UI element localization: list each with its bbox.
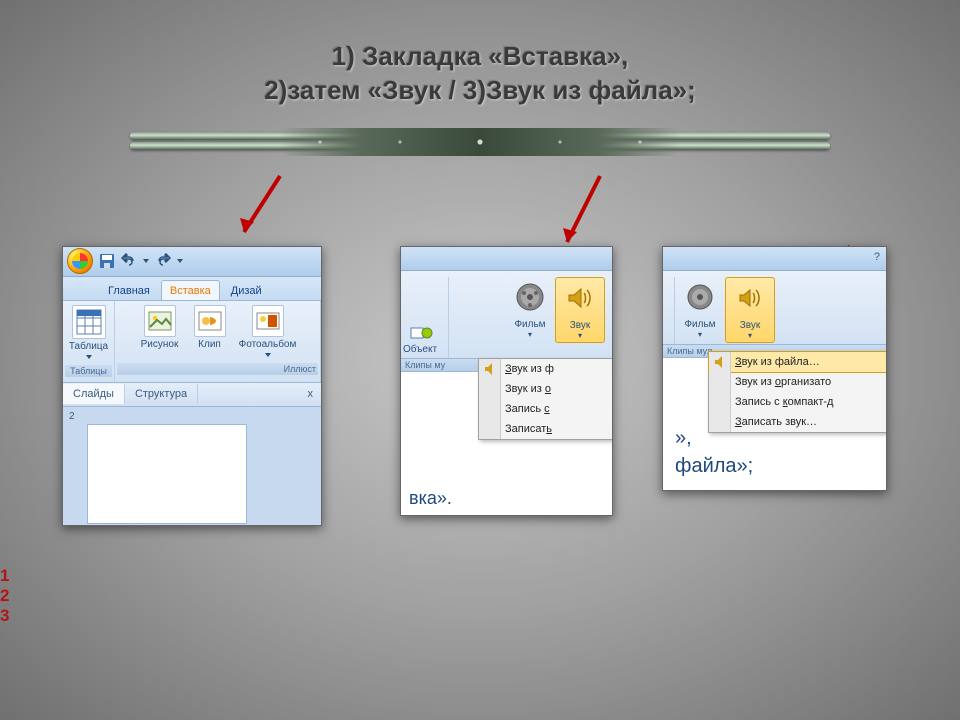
menu-record-from-cd[interactable]: Запись с <box>479 399 613 419</box>
title-line-2: 2)затем «Звук / 3)Звук из файла»; <box>0 74 960 108</box>
tab-home[interactable]: Главная <box>99 280 159 300</box>
ribbon-tabs: Главная Вставка Дизай <box>63 277 321 301</box>
photo-album-button[interactable]: Фотоальбом <box>236 305 300 361</box>
slide-title: 1) Закладка «Вставка», 2)затем «Звук / 3… <box>0 0 960 108</box>
clip-icon <box>194 305 226 337</box>
redo-icon[interactable] <box>155 253 171 269</box>
sound-icon <box>562 280 598 316</box>
menu-sound-from-organizer[interactable]: Звук из о <box>479 379 613 399</box>
movie-icon <box>682 279 718 315</box>
save-icon[interactable] <box>99 253 115 269</box>
type-question-field[interactable]: ? <box>874 251 880 263</box>
tab-insert[interactable]: Вставка <box>161 280 220 300</box>
screenshot-panel-3: ? Фильм▾ Звук▾ Клипы мул Звук из файла… … <box>662 246 887 491</box>
sound-button[interactable]: Звук▾ <box>555 277 605 343</box>
quick-access-toolbar <box>63 247 321 277</box>
menu-record-sound[interactable]: Записать <box>479 419 613 439</box>
step-number-1: 1 <box>0 566 960 586</box>
object-icon <box>403 327 437 341</box>
menu-sound-from-file[interactable]: ЗЗвук из фвук из ф <box>479 359 613 379</box>
menu-record-sound-full[interactable]: Записать звук… <box>709 412 887 432</box>
menu-sound-from-file-full[interactable]: Звук из файла… <box>708 351 887 373</box>
title-line-1: 1) Закладка «Вставка», <box>0 40 960 74</box>
panel3-ribbon: Фильм▾ Звук▾ <box>663 271 886 345</box>
undo-dropdown-icon[interactable] <box>143 259 149 263</box>
decorative-divider <box>130 128 830 156</box>
object-button[interactable]: Объект <box>403 327 437 355</box>
sound-icon <box>732 280 768 316</box>
tab-design[interactable]: Дизай <box>222 280 271 300</box>
slide-thumbnail[interactable] <box>87 424 247 524</box>
mini-sound-icon <box>709 352 731 372</box>
nav-tab-outline[interactable]: Структура <box>125 384 198 404</box>
step-number-3: 3 <box>0 606 960 626</box>
qat-customize-icon[interactable] <box>177 259 183 263</box>
step-number-2: 2 <box>0 586 960 606</box>
office-button[interactable] <box>67 248 93 274</box>
screenshot-panel-1: Главная Вставка Дизай Таблица Таблицы Ри… <box>62 246 322 526</box>
clip-button[interactable]: Клип <box>186 305 234 361</box>
movie-icon <box>512 279 548 315</box>
panel3-partial-text-2: файла»; <box>669 447 759 486</box>
menu-record-from-cd-full[interactable]: Запись с компакт-д <box>709 392 887 412</box>
table-button[interactable]: Таблица <box>65 305 112 363</box>
navigation-pane-tabs: Слайды Структура x <box>63 383 321 407</box>
menu-sound-from-organizer-full[interactable]: Звук из организато <box>709 372 887 392</box>
panel3-topstrip: ? <box>663 247 886 271</box>
picture-button[interactable]: Рисунок <box>136 305 184 361</box>
screenshot-panel-2: Объект Фильм▾ Звук▾ Клипы му ЗЗвук из фв… <box>400 246 613 516</box>
panel2-ribbon: Объект Фильм▾ Звук▾ <box>401 271 612 359</box>
sound-button-p3[interactable]: Звук▾ <box>725 277 775 343</box>
ribbon-row: Таблица Таблицы Рисунок Клип Фотоальбом … <box>63 301 321 383</box>
group-tables-label: Таблицы <box>65 365 112 377</box>
panel2-topstrip <box>401 247 612 271</box>
movie-button[interactable]: Фильм▾ <box>505 277 555 341</box>
sound-dropdown-menu: ЗЗвук из фвук из ф Звук из о Запись с За… <box>478 358 613 440</box>
group-illustrations-label: Иллюст <box>117 363 318 375</box>
nav-close-icon[interactable]: x <box>300 388 322 400</box>
table-icon <box>72 305 106 339</box>
slide-number: 2 <box>69 411 75 422</box>
movie-button-p3[interactable]: Фильм▾ <box>675 277 725 341</box>
mini-sound-icon <box>479 359 501 379</box>
nav-tab-slides[interactable]: Слайды <box>63 384 125 404</box>
undo-icon[interactable] <box>121 253 137 269</box>
photo-album-icon <box>252 305 284 337</box>
picture-icon <box>144 305 176 337</box>
slide-thumbnails: 2 <box>63 407 321 526</box>
panel2-partial-text: вка». <box>405 480 456 509</box>
sound-dropdown-menu-full: Звук из файла… Звук из организато Запись… <box>708 351 887 433</box>
